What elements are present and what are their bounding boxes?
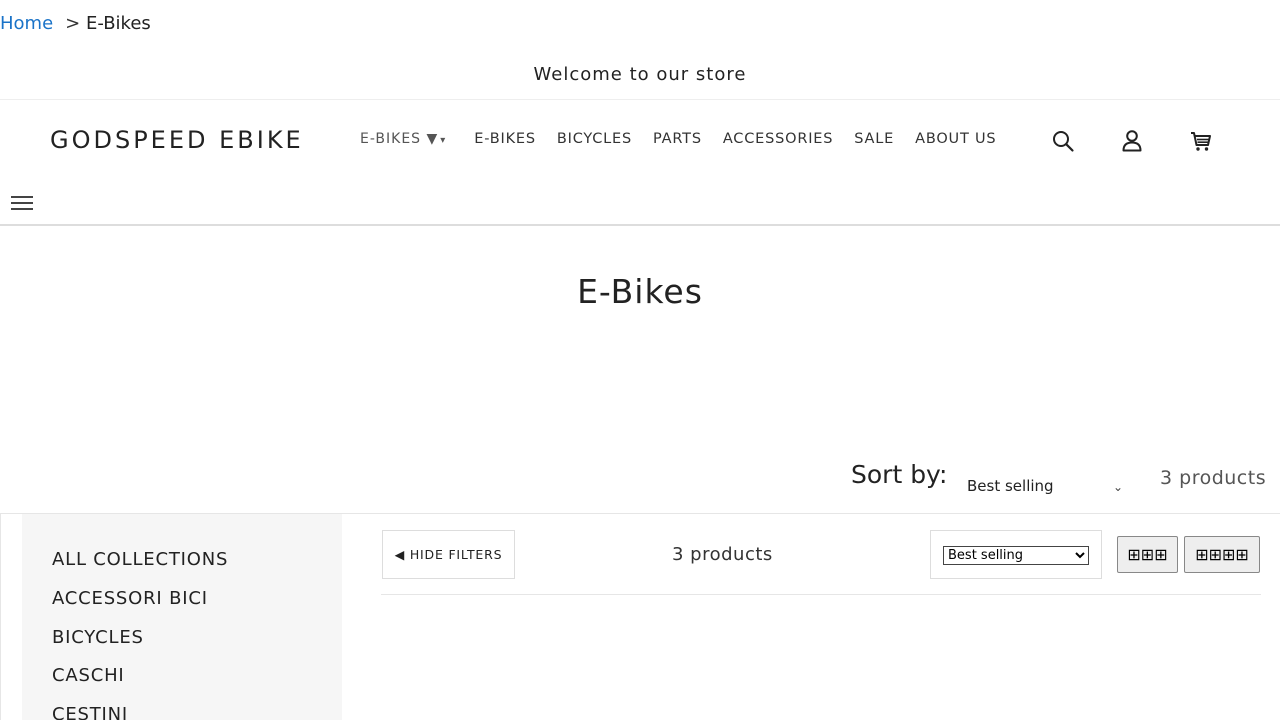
nav-item-parts[interactable]: PARTS — [653, 131, 702, 147]
nav-item-about-us[interactable]: ABOUT US — [915, 131, 996, 147]
chevron-down-icon: ▾ — [440, 135, 447, 146]
grid-4-columns-button[interactable]: ⊞⊞⊞⊞ — [1184, 536, 1260, 573]
breadcrumb-separator: > — [65, 13, 81, 34]
breadcrumb-home-link[interactable]: Home — [0, 13, 53, 34]
store-logo[interactable]: GODSPEED EBIKE — [50, 126, 304, 154]
main-nav: E-BIKES ▼ ▾ E-BIKES BICYCLES PARTS ACCESS… — [360, 131, 1017, 147]
site-header: GODSPEED EBIKE E-BIKES ▼ ▾ E-BIKES BICYCL… — [0, 100, 1280, 226]
nav-item-ebikes[interactable]: E-BIKES — [474, 131, 536, 147]
sidebar-item-cestini[interactable]: CESTINI — [22, 704, 342, 720]
filter-sidebar: ALL COLLECTIONS ACCESSORI BICI BICYCLES … — [22, 514, 342, 720]
nav-item-bicycles[interactable]: BICYCLES — [557, 131, 632, 147]
sort-label: Sort by: — [851, 460, 948, 489]
toolbar-sort-select[interactable]: Best selling — [943, 546, 1089, 565]
nav-dropdown-ebikes[interactable]: E-BIKES ▼ ▾ — [360, 131, 446, 147]
page-title: E-Bikes — [577, 272, 703, 311]
sidebar-item-caschi[interactable]: CASCHI — [22, 665, 342, 704]
collection-content: ALL COLLECTIONS ACCESSORI BICI BICYCLES … — [0, 513, 1280, 720]
toolbar-sort-box: Best selling — [930, 530, 1102, 579]
sidebar-item-all-collections[interactable]: ALL COLLECTIONS — [22, 549, 342, 588]
toolbar-product-count: 3 products — [672, 544, 773, 565]
sort-select[interactable]: Best selling — [967, 477, 1054, 495]
sidebar-item-bicycles[interactable]: BICYCLES — [22, 627, 342, 666]
nav-item-accessories[interactable]: ACCESSORIES — [723, 131, 833, 147]
product-toolbar: ◀ HIDE FILTERS 3 products Best selling ⊞… — [381, 530, 1261, 595]
breadcrumb: Home > E-Bikes — [0, 13, 151, 34]
sidebar-item-accessori-bici[interactable]: ACCESSORI BICI — [22, 588, 342, 627]
chevron-down-icon: ⌄ — [1113, 480, 1124, 494]
hide-filters-button[interactable]: ◀ HIDE FILTERS — [382, 530, 515, 579]
menu-icon[interactable] — [10, 192, 34, 214]
product-count: 3 products — [1160, 467, 1267, 489]
account-icon[interactable] — [1119, 128, 1145, 154]
breadcrumb-current: > E-Bikes — [65, 13, 151, 34]
sort-bar: Sort by: Best selling ⌄ 3 products — [0, 460, 1280, 500]
announcement-bar: Welcome to our store — [0, 0, 1280, 100]
search-icon[interactable] — [1050, 128, 1076, 154]
nav-item-sale[interactable]: SALE — [854, 131, 894, 147]
cart-icon[interactable] — [1188, 128, 1214, 154]
grid-3-columns-button[interactable]: ⊞⊞⊞ — [1117, 536, 1178, 573]
announcement-text: Welcome to our store — [533, 64, 747, 85]
